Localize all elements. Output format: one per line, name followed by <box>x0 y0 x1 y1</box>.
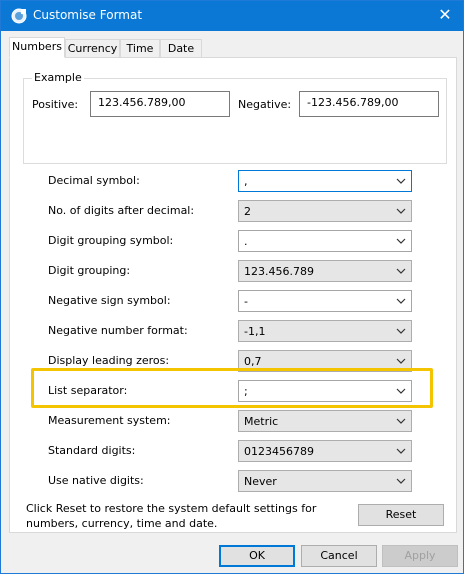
digit-grouping-value: 123.456.789 <box>244 265 314 278</box>
digits-after-decimal-combo[interactable]: 2 <box>238 200 412 222</box>
decimal-symbol-label: Decimal symbol: <box>48 174 140 187</box>
tab-date[interactable]: Date <box>160 39 202 58</box>
positive-label: Positive: <box>32 98 79 111</box>
digits-after-decimal-label: No. of digits after decimal: <box>48 204 195 217</box>
tab-currency[interactable]: Currency <box>65 39 120 58</box>
digit-grouping-label: Digit grouping: <box>48 264 131 277</box>
standard-digits-combo[interactable]: 0123456789 <box>238 440 412 462</box>
region-globe-icon <box>11 8 27 24</box>
measurement-system-combo[interactable]: Metric <box>238 410 412 432</box>
display-leading-zeros-combo[interactable]: 0,7 <box>238 350 412 372</box>
cancel-button[interactable]: Cancel <box>301 545 377 567</box>
digit-grouping-symbol-combo[interactable]: . <box>238 230 412 252</box>
chevron-down-icon <box>396 328 406 334</box>
list-separator-label: List separator: <box>48 384 128 397</box>
apply-button[interactable]: Apply <box>382 545 458 567</box>
close-icon: ✕ <box>438 5 452 24</box>
customise-format-dialog: Customise Format ✕ Numbers Currency Time… <box>0 0 464 574</box>
ok-button[interactable]: OK <box>219 545 295 567</box>
window-title: Customise Format <box>33 8 143 22</box>
negative-example-value: -123.456.789,00 <box>307 96 399 109</box>
list-separator-value: ; <box>244 385 248 398</box>
example-group: Example Positive: 123.456.789,00 Negativ… <box>23 71 447 164</box>
chevron-down-icon <box>396 358 406 364</box>
negative-number-format-label: Negative number format: <box>48 324 188 337</box>
measurement-system-value: Metric <box>244 415 279 428</box>
use-native-digits-value: Never <box>244 475 277 488</box>
chevron-down-icon <box>396 478 406 484</box>
negative-sign-symbol-combo[interactable]: - <box>238 290 412 312</box>
chevron-down-icon <box>396 238 406 244</box>
positive-example-field: 123.456.789,00 <box>90 91 230 117</box>
digits-after-decimal-value: 2 <box>244 205 251 218</box>
negative-label: Negative: <box>238 98 292 111</box>
digit-grouping-symbol-label: Digit grouping symbol: <box>48 234 174 247</box>
chevron-down-icon <box>396 388 406 394</box>
chevron-down-icon <box>396 268 406 274</box>
reset-description: Click Reset to restore the system defaul… <box>26 502 317 530</box>
example-legend: Example <box>32 71 84 84</box>
negative-sign-symbol-value: - <box>244 295 248 308</box>
digit-grouping-combo[interactable]: 123.456.789 <box>238 260 412 282</box>
positive-example-value: 123.456.789,00 <box>98 96 186 109</box>
decimal-symbol-combo[interactable]: , <box>238 170 412 192</box>
numbers-tab-page: Example Positive: 123.456.789,00 Negativ… <box>9 57 457 533</box>
tab-numbers[interactable]: Numbers <box>9 37 65 58</box>
negative-number-format-combo[interactable]: -1,1 <box>238 320 412 342</box>
negative-sign-symbol-label: Negative sign symbol: <box>48 294 171 307</box>
title-bar[interactable]: Customise Format ✕ <box>1 1 463 31</box>
list-separator-combo[interactable]: ; <box>238 380 412 402</box>
measurement-system-label: Measurement system: <box>48 414 171 427</box>
decimal-symbol-value: , <box>244 175 248 188</box>
chevron-down-icon <box>396 418 406 424</box>
close-button[interactable]: ✕ <box>427 1 463 31</box>
use-native-digits-combo[interactable]: Never <box>238 470 412 492</box>
display-leading-zeros-label: Display leading zeros: <box>48 354 170 367</box>
display-leading-zeros-value: 0,7 <box>244 355 262 368</box>
standard-digits-value: 0123456789 <box>244 445 314 458</box>
use-native-digits-label: Use native digits: <box>48 474 144 487</box>
chevron-down-icon <box>396 298 406 304</box>
negative-number-format-value: -1,1 <box>244 325 266 338</box>
tab-time[interactable]: Time <box>120 39 160 58</box>
chevron-down-icon <box>396 448 406 454</box>
chevron-down-icon <box>396 208 406 214</box>
digit-grouping-symbol-value: . <box>244 235 248 248</box>
standard-digits-label: Standard digits: <box>48 444 136 457</box>
negative-example-field: -123.456.789,00 <box>299 91 439 117</box>
chevron-down-icon <box>396 178 406 184</box>
reset-button[interactable]: Reset <box>358 504 444 526</box>
